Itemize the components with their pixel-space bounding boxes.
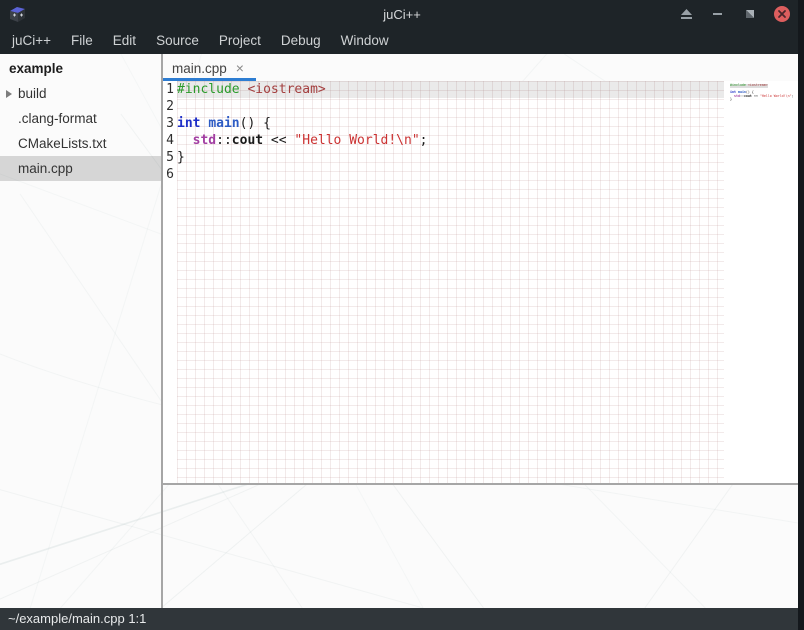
project-root-label[interactable]: example	[0, 57, 161, 81]
line-number: 6	[163, 166, 174, 183]
tree-item-label: main.cpp	[18, 161, 73, 176]
line-number: 1	[163, 81, 174, 98]
minimap-line	[730, 102, 732, 106]
shade-button[interactable]	[674, 3, 698, 25]
tree-item-label: CMakeLists.txt	[18, 136, 107, 151]
terminal-panel[interactable]	[163, 485, 804, 608]
code-line	[177, 166, 724, 183]
sidebar-item-build[interactable]: build	[0, 81, 161, 106]
window-controls	[674, 3, 804, 25]
tab-label: main.cpp	[172, 60, 227, 76]
code-line: }	[177, 149, 724, 166]
minimap-line: std::cout << "Hello World!\n";	[730, 95, 794, 99]
menu-item-window[interactable]: Window	[331, 28, 399, 54]
statusbar: ~/example/main.cpp 1:1	[0, 608, 804, 630]
tree-item-label: build	[18, 86, 47, 101]
menu-item-file[interactable]: File	[61, 28, 103, 54]
restore-button[interactable]	[738, 3, 762, 25]
code-area[interactable]: #include <iostream> int main() { std::co…	[177, 81, 724, 483]
menubar: juCi++FileEditSourceProjectDebugWindow	[0, 28, 804, 54]
sidebar-item-main-cpp[interactable]: main.cpp	[0, 156, 161, 181]
code-line: std::cout << "Hello World!\n";	[177, 132, 724, 149]
minus-icon	[713, 9, 723, 19]
line-number: 5	[163, 149, 174, 166]
code-line: #include <iostream>	[177, 81, 724, 98]
code-line: int main() {	[177, 115, 724, 132]
juci-window: juCi++	[0, 0, 804, 630]
tree-item-label: .clang-format	[18, 111, 97, 126]
menu-item-edit[interactable]: Edit	[103, 28, 146, 54]
line-number: 2	[163, 98, 174, 115]
line-number-gutter: 123456	[163, 81, 177, 483]
sidebar-item-cmakelists-txt[interactable]: CMakeLists.txt	[0, 131, 161, 156]
close-button[interactable]	[770, 3, 794, 25]
titlebar[interactable]: juCi++	[0, 0, 804, 28]
line-number: 3	[163, 115, 174, 132]
tab-main-cpp[interactable]: main.cpp ×	[163, 54, 256, 81]
close-circle-icon	[773, 5, 791, 23]
sidebar-item-clang-format[interactable]: .clang-format	[0, 106, 161, 131]
chevron-right-icon[interactable]	[0, 90, 18, 98]
juci-logo-icon	[8, 5, 28, 23]
window-right-edge	[798, 0, 804, 630]
minimize-button[interactable]	[706, 3, 730, 25]
minimap-line: #include <iostream>	[730, 84, 768, 88]
close-icon[interactable]: ×	[236, 60, 244, 75]
main-area: main.cpp × 123456 #include <iostream> in…	[163, 54, 804, 608]
tabbar: main.cpp ×	[163, 54, 804, 81]
code-line	[177, 98, 724, 115]
content: example build .clang-format CMakeLists.txt…	[0, 54, 804, 608]
menu-item-project[interactable]: Project	[209, 28, 271, 54]
menu-item-source[interactable]: Source	[146, 28, 209, 54]
code-editor[interactable]: 123456 #include <iostream> int main() { …	[163, 81, 804, 483]
restore-icon	[745, 9, 755, 19]
eject-icon	[680, 9, 693, 20]
file-tree: build .clang-format CMakeLists.txt main.cpp	[0, 81, 161, 181]
menu-item-debug[interactable]: Debug	[271, 28, 331, 54]
menu-item-juci[interactable]: juCi++	[2, 28, 61, 54]
file-tree-sidebar: example build .clang-format CMakeLists.txt…	[0, 54, 163, 608]
line-number: 4	[163, 132, 174, 149]
minimap[interactable]: #include <iostream> int main() { std::co…	[728, 81, 804, 483]
